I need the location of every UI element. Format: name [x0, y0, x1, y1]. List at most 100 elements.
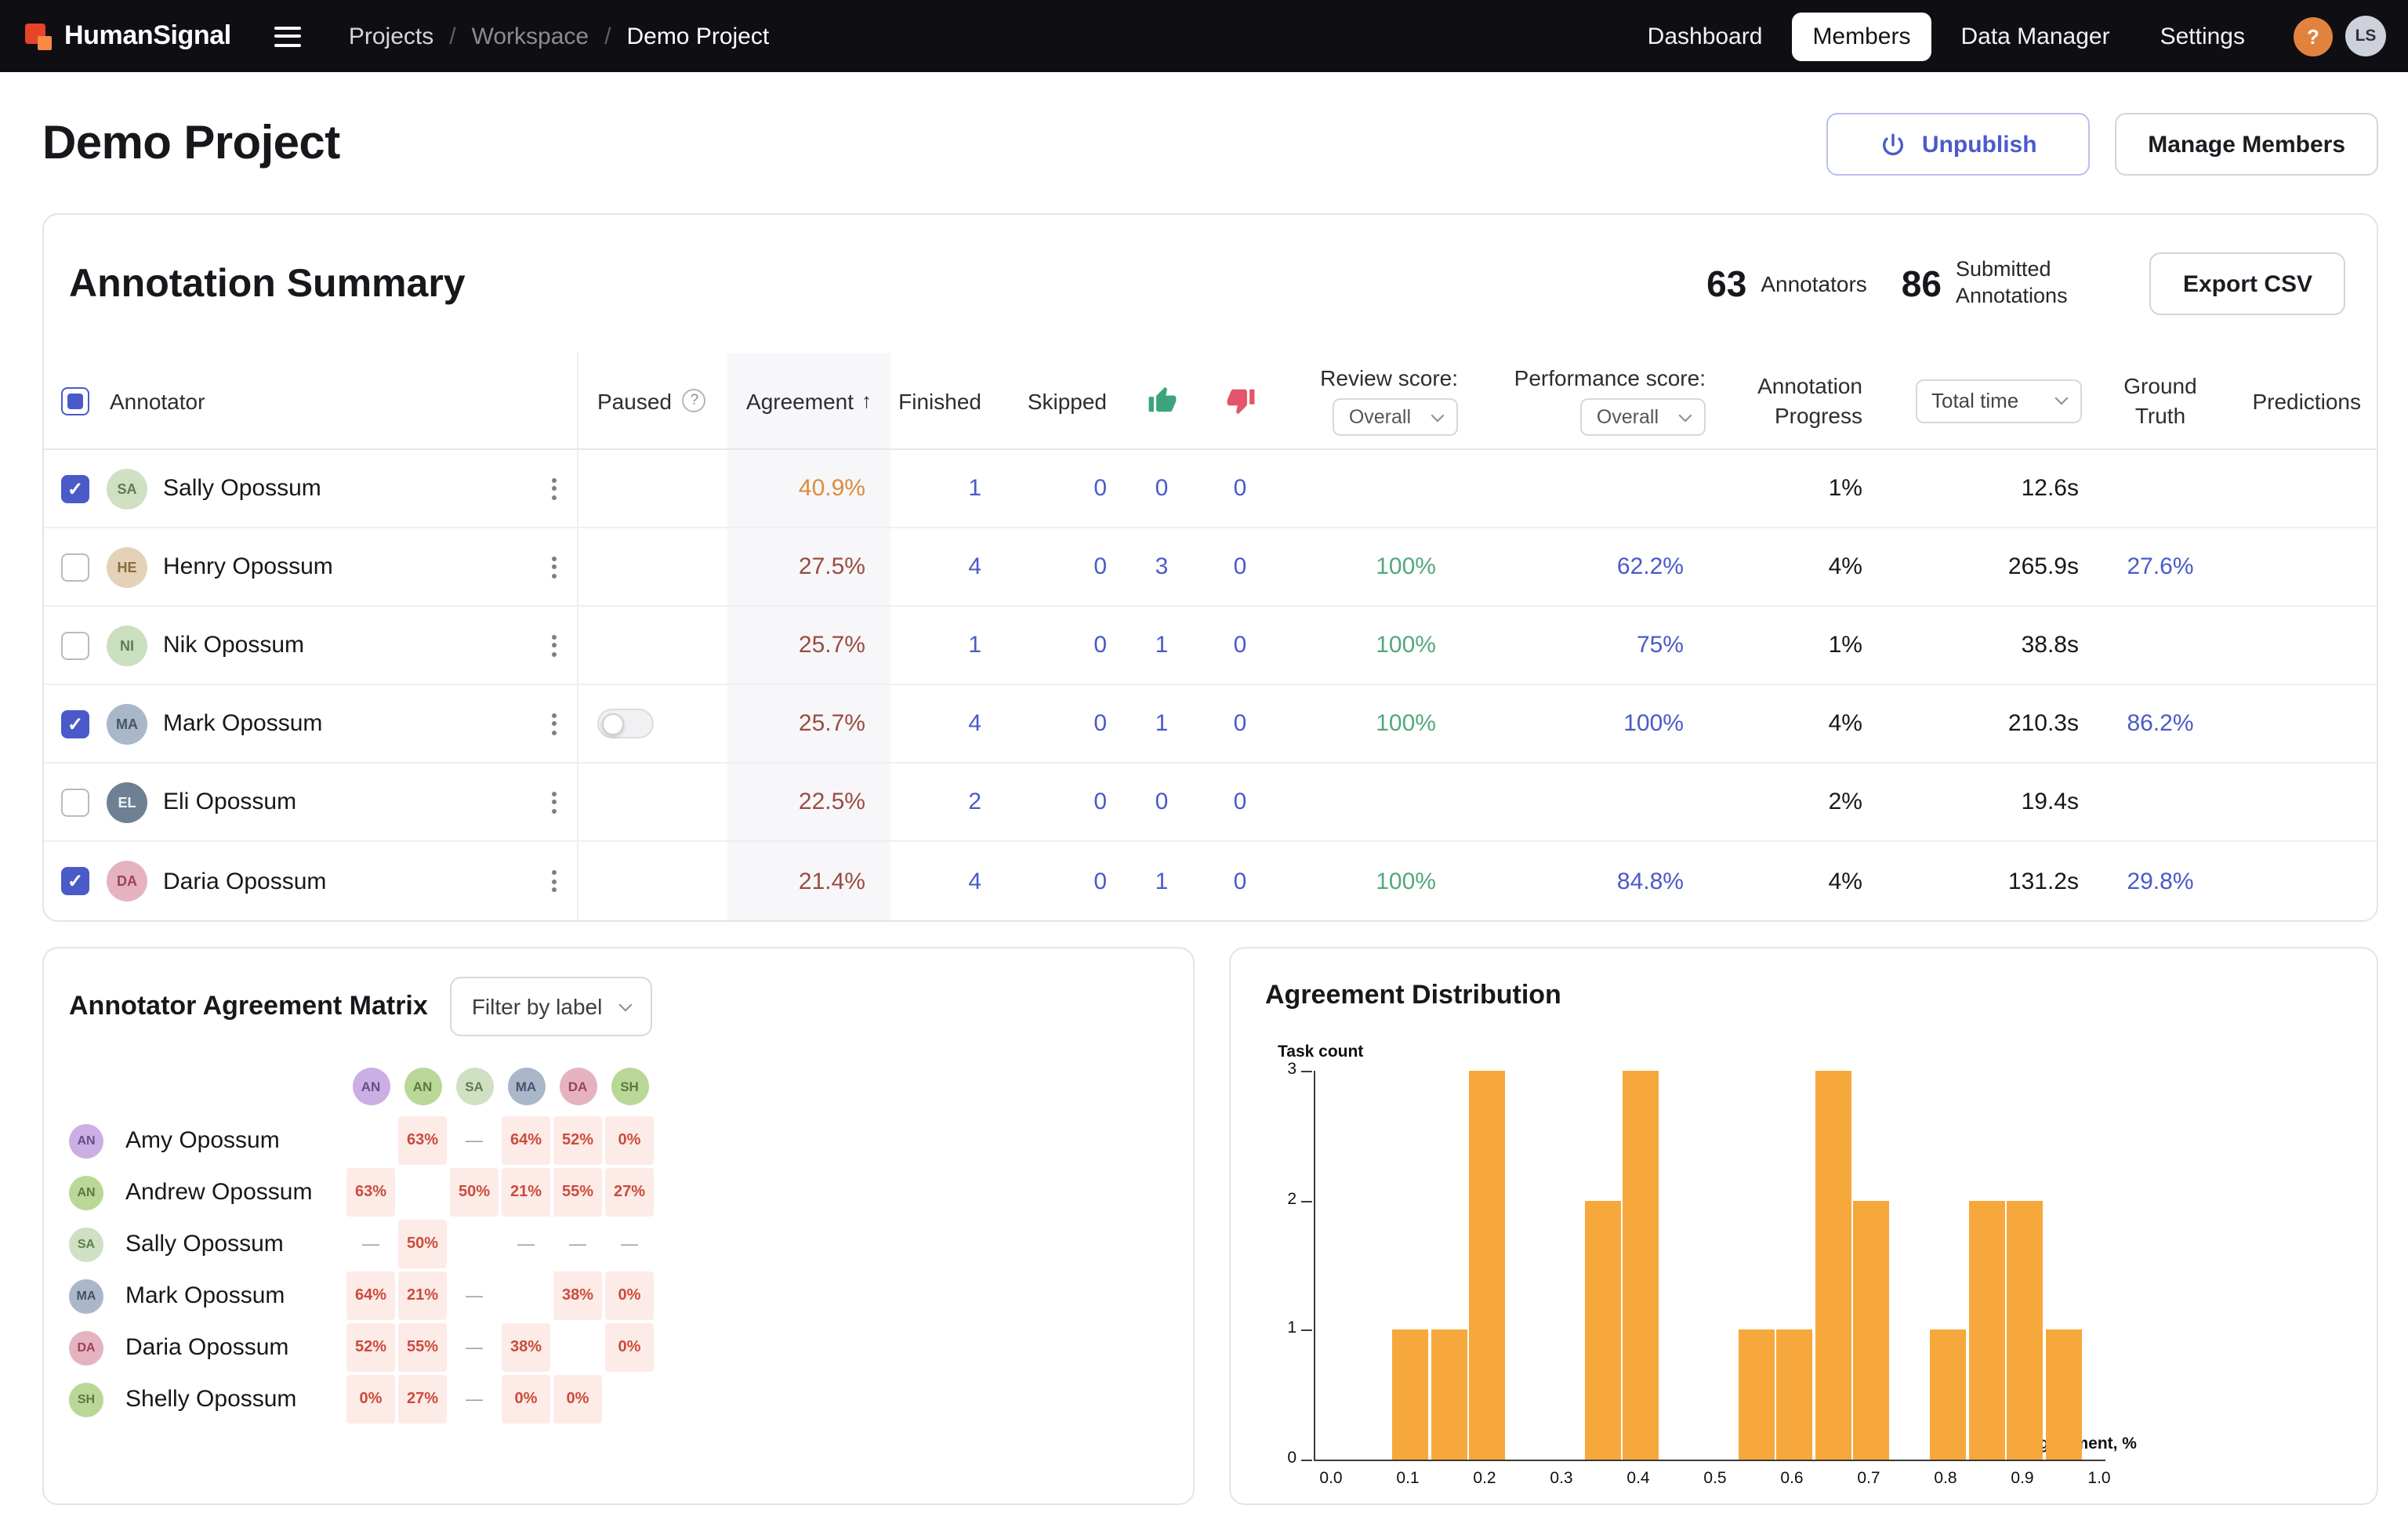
annotation-progress-value: 4% — [1715, 528, 1878, 605]
review-score-select[interactable]: Overall — [1333, 398, 1458, 436]
filter-by-label-select[interactable]: Filter by label — [450, 977, 653, 1036]
review-score-value[interactable]: 100% — [1279, 607, 1467, 684]
review-score-value — [1279, 764, 1467, 840]
total-time-select[interactable]: Total time — [1916, 379, 2082, 423]
accepted-count[interactable]: 3 — [1122, 528, 1201, 605]
nav-item-dashboard[interactable]: Dashboard — [1627, 12, 1783, 60]
skipped-count[interactable]: 0 — [997, 764, 1122, 840]
finished-count[interactable]: 4 — [890, 685, 997, 762]
chart-bar — [1623, 1071, 1659, 1460]
accepted-count[interactable]: 1 — [1122, 842, 1201, 920]
accepted-count[interactable]: 0 — [1122, 450, 1201, 527]
finished-count[interactable]: 4 — [890, 528, 997, 605]
review-score-value[interactable]: 100% — [1279, 842, 1467, 920]
annotator-avatar: NI — [107, 625, 147, 666]
table-header: Annotator Paused ? Agreement ↑ Finished … — [44, 353, 2377, 450]
ground-truth-value[interactable]: 29.8% — [2098, 842, 2223, 920]
rejected-count[interactable]: 0 — [1201, 764, 1279, 840]
rejected-count[interactable]: 0 — [1201, 450, 1279, 527]
finished-count[interactable]: 1 — [890, 450, 997, 527]
column-header-skipped: Skipped — [997, 353, 1122, 448]
matrix-cell-wrap: 50% — [448, 1166, 500, 1218]
row-menu-button[interactable] — [544, 548, 564, 586]
toggle-knob — [602, 713, 624, 734]
annotator-header-label: Annotator — [110, 388, 205, 413]
manage-members-button[interactable]: Manage Members — [2115, 113, 2378, 176]
accepted-count[interactable]: 1 — [1122, 685, 1201, 762]
matrix-column-header: SH — [604, 1058, 655, 1115]
chevron-down-icon — [619, 998, 633, 1011]
breadcrumb-item[interactable]: Projects — [349, 23, 433, 49]
finished-count[interactable]: 2 — [890, 764, 997, 840]
ground-truth-value — [2098, 450, 2223, 527]
skipped-count[interactable]: 0 — [997, 685, 1122, 762]
row-menu-button[interactable] — [544, 862, 564, 900]
paused-cell — [577, 842, 727, 920]
skipped-count[interactable]: 0 — [997, 842, 1122, 920]
review-score-value[interactable]: 100% — [1279, 528, 1467, 605]
select-all-checkbox[interactable] — [61, 386, 89, 415]
rejected-count[interactable]: 0 — [1201, 842, 1279, 920]
chart-bar — [1968, 1200, 2004, 1460]
predictions-value — [2223, 685, 2377, 762]
user-avatar[interactable]: LS — [2345, 16, 2386, 56]
paused-cell — [577, 607, 727, 684]
column-header-agreement[interactable]: Agreement ↑ — [727, 353, 890, 448]
chart-bar — [1738, 1330, 1774, 1460]
matrix-row-name: Amy Opossum — [110, 1115, 345, 1166]
matrix-cell: 0% — [605, 1323, 654, 1372]
thumbs-down-icon — [1225, 386, 1255, 415]
matrix-cell-wrap: 38% — [552, 1270, 604, 1322]
row-checkbox[interactable] — [61, 631, 89, 659]
nav-item-data-manager[interactable]: Data Manager — [1940, 12, 2130, 60]
y-tick-mark — [1301, 1200, 1312, 1202]
accepted-count[interactable]: 1 — [1122, 607, 1201, 684]
matrix-cell: 52% — [346, 1323, 395, 1372]
help-button[interactable]: ? — [2294, 16, 2333, 56]
rejected-count[interactable]: 0 — [1201, 528, 1279, 605]
chart-bar — [2007, 1200, 2043, 1460]
finished-count[interactable]: 1 — [890, 607, 997, 684]
row-menu-button[interactable] — [544, 705, 564, 742]
rejected-count[interactable]: 0 — [1201, 607, 1279, 684]
skipped-count[interactable]: 0 — [997, 450, 1122, 527]
performance-score-value[interactable]: 100% — [1467, 685, 1715, 762]
performance-score-value[interactable]: 62.2% — [1467, 528, 1715, 605]
row-checkbox[interactable] — [61, 788, 89, 816]
row-menu-button[interactable] — [544, 783, 564, 821]
row-checkbox[interactable] — [61, 474, 89, 502]
performance-score-select[interactable]: Overall — [1581, 398, 1706, 436]
paused-toggle[interactable] — [597, 709, 654, 738]
ground-truth-value[interactable]: 86.2% — [2098, 685, 2223, 762]
skipped-count[interactable]: 0 — [997, 528, 1122, 605]
column-header-ground-truth: Ground Truth — [2098, 353, 2223, 448]
nav-item-members[interactable]: Members — [1792, 12, 1931, 60]
matrix-cell — [502, 1271, 550, 1320]
ground-truth-value[interactable]: 27.6% — [2098, 528, 2223, 605]
skipped-count[interactable]: 0 — [997, 607, 1122, 684]
review-score-value[interactable]: 100% — [1279, 685, 1467, 762]
x-tick-label: 0.4 — [1626, 1469, 1649, 1488]
row-checkbox[interactable] — [61, 709, 89, 738]
annotator-name: Eli Opossum — [163, 789, 296, 815]
hamburger-menu-icon[interactable] — [269, 20, 308, 53]
ground-truth-value — [2098, 607, 2223, 684]
row-menu-button[interactable] — [544, 626, 564, 664]
annotator-cell: NINik Opossum — [107, 607, 577, 684]
accepted-count[interactable]: 0 — [1122, 764, 1201, 840]
row-menu-button[interactable] — [544, 470, 564, 507]
unpublish-button[interactable]: Unpublish — [1826, 113, 2090, 176]
finished-count[interactable]: 4 — [890, 842, 997, 920]
performance-score-value[interactable]: 75% — [1467, 607, 1715, 684]
matrix-cell: 38% — [553, 1271, 602, 1320]
paused-help-icon[interactable]: ? — [683, 389, 706, 412]
nav-item-settings[interactable]: Settings — [2140, 12, 2265, 60]
annotator-cell: SASally Opossum — [107, 450, 577, 527]
row-checkbox[interactable] — [61, 867, 89, 895]
breadcrumb-item[interactable]: Workspace — [472, 23, 589, 49]
performance-score-value[interactable]: 84.8% — [1467, 842, 1715, 920]
row-checkbox[interactable] — [61, 553, 89, 581]
export-csv-button[interactable]: Export CSV — [2150, 252, 2345, 315]
brand[interactable]: HumanSignal — [25, 20, 231, 52]
rejected-count[interactable]: 0 — [1201, 685, 1279, 762]
